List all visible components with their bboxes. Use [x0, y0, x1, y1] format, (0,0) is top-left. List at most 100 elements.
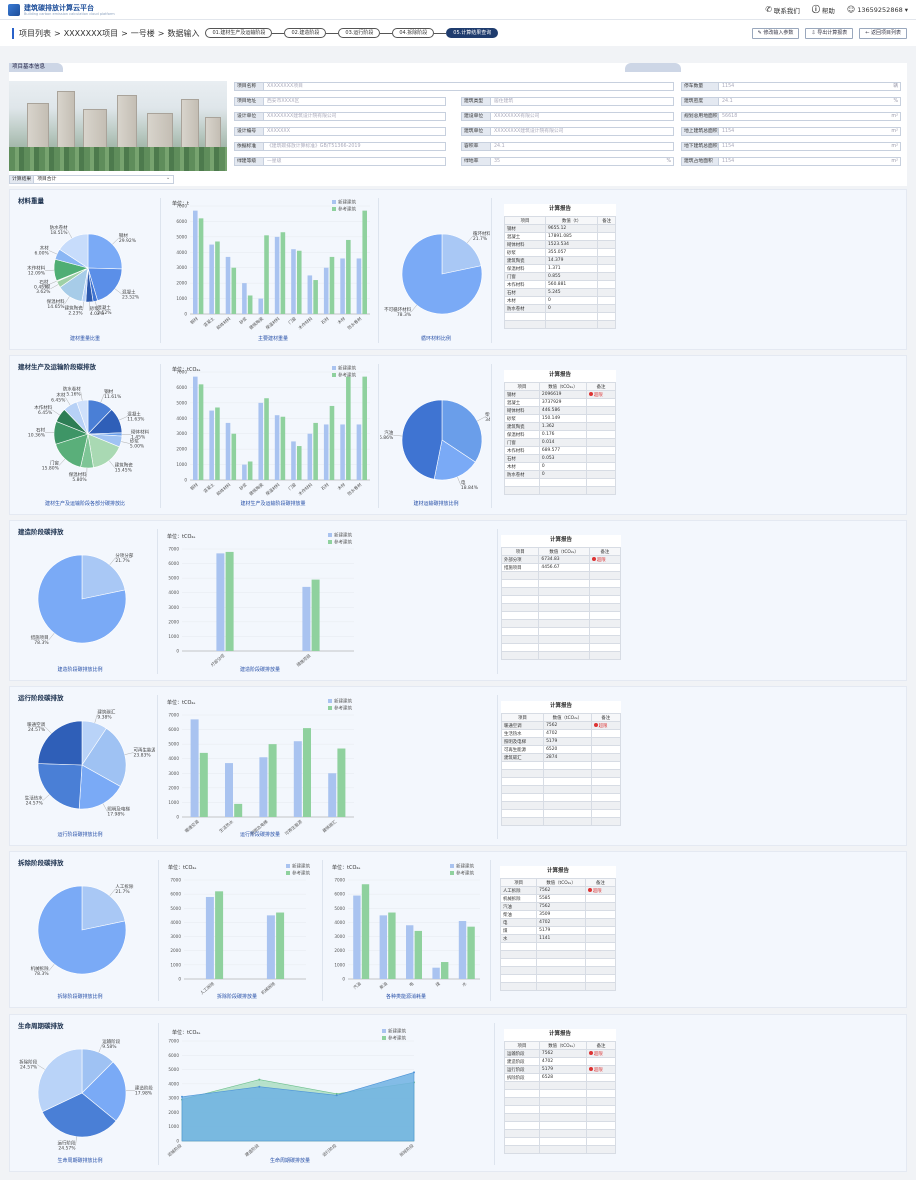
- bar[interactable]: [388, 912, 396, 979]
- field-input[interactable]: 24.1%: [719, 97, 901, 106]
- bar[interactable]: [362, 210, 367, 314]
- step-5[interactable]: 05.计算结果查询: [446, 28, 499, 38]
- bar[interactable]: [311, 579, 320, 651]
- field-input[interactable]: XXXXXXXX建筑设计院有限公司: [491, 127, 674, 136]
- back-to-list-button[interactable]: ← 返回项目列表: [859, 27, 907, 39]
- calc-result-select[interactable]: 计算结果 项目合计: [9, 175, 175, 184]
- crumb-project[interactable]: XXXXXXX项目: [64, 28, 118, 39]
- bar[interactable]: [198, 384, 204, 480]
- bar[interactable]: [329, 405, 335, 480]
- export-report-button[interactable]: ⇩ 导出计算报表: [805, 27, 854, 39]
- bar[interactable]: [313, 422, 318, 480]
- bar[interactable]: [323, 267, 329, 314]
- bar[interactable]: [340, 258, 345, 314]
- bar[interactable]: [291, 249, 296, 314]
- bar[interactable]: [353, 895, 361, 979]
- bar[interactable]: [406, 925, 414, 979]
- bar[interactable]: [242, 283, 247, 314]
- bar[interactable]: [216, 553, 225, 651]
- field-input[interactable]: XXXXXXX: [264, 127, 446, 136]
- logo[interactable]: 建筑碳排放计算云平台 Building carbon emission calc…: [8, 3, 115, 16]
- bar[interactable]: [356, 424, 362, 480]
- bar[interactable]: [467, 926, 475, 979]
- bar[interactable]: [264, 235, 269, 314]
- field-input[interactable]: 1154 m²: [719, 142, 901, 151]
- field-input[interactable]: 56618 m²: [719, 112, 901, 121]
- crumb-building[interactable]: 一号楼: [131, 28, 155, 39]
- step-4[interactable]: 04.拆除阶段: [392, 28, 435, 38]
- bar[interactable]: [231, 433, 237, 480]
- bar[interactable]: [225, 763, 233, 817]
- user-menu[interactable]: ☺ 13659252868 ▾: [847, 5, 908, 14]
- help-link[interactable]: ⓘ 帮助: [812, 4, 835, 15]
- field-input[interactable]: 35%: [491, 157, 674, 166]
- bar[interactable]: [225, 422, 231, 480]
- bar[interactable]: [337, 748, 346, 817]
- bar[interactable]: [193, 376, 198, 480]
- bar[interactable]: [361, 884, 370, 979]
- bar[interactable]: [247, 461, 253, 480]
- area-series[interactable]: [181, 1072, 415, 1142]
- field-input[interactable]: 一星级: [264, 157, 446, 166]
- bar[interactable]: [307, 433, 313, 480]
- area-point[interactable]: [258, 1085, 261, 1088]
- bar[interactable]: [258, 298, 264, 314]
- area-point[interactable]: [258, 1078, 261, 1081]
- bar[interactable]: [231, 267, 237, 314]
- field-input[interactable]: XXXXXXXX有限公司: [491, 112, 674, 121]
- field-input[interactable]: 西安市XXXX区: [264, 97, 446, 106]
- field-input[interactable]: 居住建筑: [491, 97, 674, 106]
- bar[interactable]: [225, 256, 231, 314]
- bar[interactable]: [296, 250, 302, 314]
- field-input[interactable]: XXXXXXXX项目: [264, 82, 674, 91]
- area-point[interactable]: [335, 1094, 338, 1097]
- bar[interactable]: [225, 551, 234, 651]
- field-input[interactable]: XXXXXXXX建筑设计院有限公司: [264, 112, 446, 121]
- bar[interactable]: [234, 803, 243, 817]
- project-info-tab[interactable]: 项目基本信息: [9, 63, 63, 72]
- bar[interactable]: [379, 915, 387, 979]
- pie-slice[interactable]: [87, 233, 123, 270]
- bar[interactable]: [264, 398, 269, 480]
- edit-params-button[interactable]: ✎ 修改输入参数: [751, 27, 800, 39]
- field-input[interactable]: 1154 m²: [719, 127, 901, 136]
- bar[interactable]: [307, 275, 313, 314]
- bar[interactable]: [291, 441, 296, 480]
- bar[interactable]: [215, 407, 220, 480]
- bar[interactable]: [280, 416, 286, 480]
- bar[interactable]: [198, 218, 204, 314]
- bar[interactable]: [328, 773, 337, 817]
- bar[interactable]: [258, 402, 264, 480]
- bar[interactable]: [274, 236, 280, 314]
- step-2[interactable]: 02.建造阶段: [284, 28, 327, 38]
- calc-result-value[interactable]: 项目合计: [34, 175, 175, 184]
- bar[interactable]: [268, 744, 277, 817]
- bar[interactable]: [356, 258, 362, 314]
- bar[interactable]: [193, 210, 198, 314]
- bar[interactable]: [362, 376, 367, 480]
- crumb-project-list[interactable]: 项目列表: [19, 28, 51, 39]
- bar[interactable]: [296, 446, 302, 480]
- bar[interactable]: [205, 896, 214, 979]
- bar[interactable]: [313, 280, 318, 314]
- step-1[interactable]: 01.建材生产及运输阶段: [205, 28, 273, 38]
- bar[interactable]: [346, 376, 351, 480]
- bar[interactable]: [302, 586, 311, 651]
- bar[interactable]: [242, 464, 247, 480]
- bar[interactable]: [209, 244, 214, 314]
- bar[interactable]: [259, 757, 268, 817]
- bar[interactable]: [329, 256, 335, 314]
- bar[interactable]: [340, 424, 345, 480]
- bar[interactable]: [215, 241, 220, 314]
- bar[interactable]: [432, 967, 440, 979]
- contact-link[interactable]: ✆ 联系我们: [765, 5, 800, 15]
- info-tab-secondary[interactable]: [625, 63, 681, 72]
- bar[interactable]: [247, 295, 253, 314]
- area-point[interactable]: [413, 1071, 415, 1074]
- bar[interactable]: [276, 912, 285, 979]
- bar[interactable]: [293, 741, 302, 817]
- bar[interactable]: [266, 915, 275, 979]
- pie-slice[interactable]: [37, 763, 83, 810]
- bar[interactable]: [209, 410, 214, 480]
- field-input[interactable]: 1154 辆: [719, 82, 901, 91]
